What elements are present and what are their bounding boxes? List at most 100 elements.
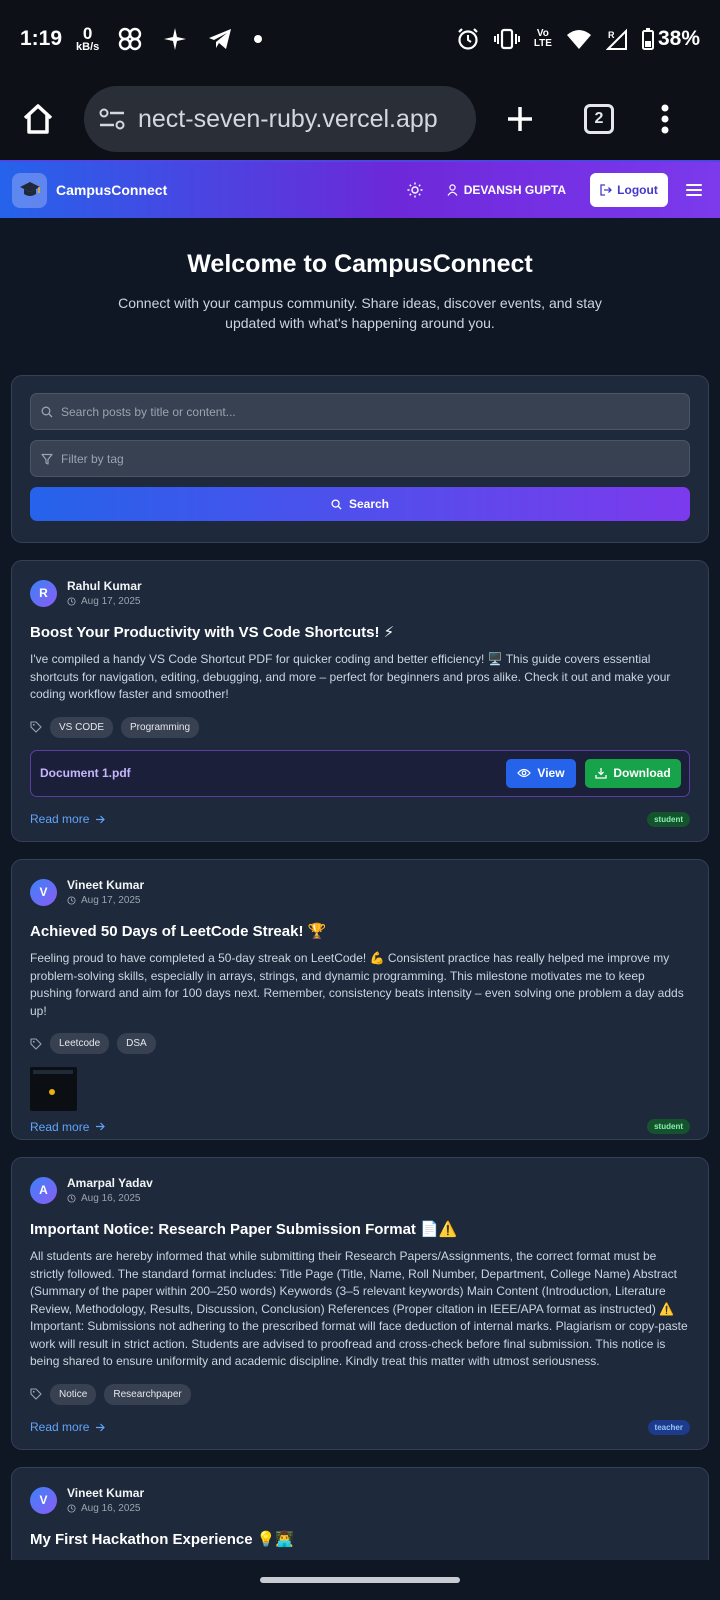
tag-chip[interactable]: Leetcode — [50, 1033, 110, 1054]
post-title[interactable]: Important Notice: Research Paper Submiss… — [30, 1220, 690, 1238]
clock-icon — [67, 1194, 76, 1203]
tag-chip[interactable]: Notice — [50, 1383, 97, 1405]
arrow-right-icon — [96, 1122, 106, 1131]
search-icon — [331, 498, 342, 510]
tag-chip[interactable]: VS CODE — [50, 716, 114, 738]
vibrate-icon — [493, 28, 520, 50]
battery-percent: 38% — [657, 27, 700, 50]
search-panel: Search posts by title or content... Filt… — [11, 375, 709, 543]
view-label: View — [537, 766, 565, 780]
read-more-link[interactable]: Read more — [30, 1420, 106, 1434]
network-speed-value: 0 — [82, 24, 93, 43]
search-icon — [41, 406, 53, 417]
eye-icon — [517, 768, 532, 778]
post-image-thumbnail[interactable] — [30, 1067, 77, 1111]
post-title[interactable]: Achieved 50 Days of LeetCode Streak! 🏆 — [30, 922, 690, 940]
logo[interactable] — [12, 172, 47, 208]
search-input[interactable]: Search posts by title or content... — [30, 393, 690, 430]
author-name: Amarpal Yadav — [67, 1176, 153, 1190]
read-more-link[interactable]: Read more — [30, 812, 106, 826]
pinwheel-icon — [119, 27, 142, 51]
theme-toggle-sun-icon[interactable] — [407, 182, 423, 198]
read-more-label: Read more — [30, 1119, 90, 1134]
tag-chip[interactable]: Researchpaper — [104, 1383, 191, 1405]
read-more-label: Read more — [30, 1420, 90, 1434]
brand-name[interactable]: CampusConnect — [56, 182, 167, 198]
address-bar[interactable]: nect-seven-ruby.vercel.app — [84, 86, 476, 152]
tab-switcher-button[interactable]: 2 — [584, 104, 614, 134]
avatar: A — [30, 1176, 57, 1204]
hero-subtitle: Connect with your campus community. Shar… — [118, 295, 602, 331]
filter-icon — [41, 453, 53, 465]
logout-icon — [600, 184, 613, 196]
post-card[interactable]: R Rahul Kumar Aug 17, 2025 Boost Your Pr… — [11, 560, 709, 842]
volte-bottom-label: LTE — [533, 38, 552, 49]
post-title[interactable]: Boost Your Productivity with VS Code Sho… — [30, 623, 690, 641]
avatar-initial: R — [39, 586, 48, 600]
notification-dot-icon — [254, 35, 263, 43]
avatar: R — [30, 579, 57, 607]
post-body: All students are hereby informed that wh… — [30, 1249, 688, 1368]
avatar-initial: V — [39, 885, 48, 899]
logout-button[interactable]: Logout — [590, 173, 668, 207]
tag-filter-input[interactable]: Filter by tag — [30, 440, 690, 477]
user-profile[interactable]: DEVANSH GUPTA — [447, 183, 566, 197]
view-attachment-button[interactable]: View — [506, 758, 576, 788]
app-navbar: CampusConnect DEVANSH GUPTA Logout — [0, 160, 720, 218]
post-date: Aug 16, 2025 — [67, 1503, 144, 1514]
site-settings-icon[interactable] — [98, 107, 126, 131]
tag-chip[interactable]: Programming — [121, 716, 200, 738]
tag-list: Leetcode DSA — [30, 1033, 690, 1054]
graduation-cap-icon — [19, 182, 40, 196]
browser-toolbar: nect-seven-ruby.vercel.app 2 — [0, 78, 720, 160]
tag-icon — [30, 1037, 42, 1050]
user-icon — [447, 184, 458, 196]
tag-icon — [30, 1388, 42, 1400]
tab-count: 2 — [594, 110, 604, 127]
download-attachment-button[interactable]: Download — [585, 758, 681, 788]
volte-indicator: Vo LTE — [534, 29, 552, 49]
clock-icon — [67, 896, 76, 905]
role-badge: student — [647, 811, 690, 827]
post-title[interactable]: My First Hackathon Experience 💡👨‍💻 — [30, 1530, 690, 1548]
role-badge: teacher — [647, 1419, 690, 1435]
author-name: Vineet Kumar — [67, 878, 145, 892]
spark-icon — [164, 28, 187, 50]
home-icon[interactable] — [18, 99, 58, 139]
tag-list: Notice Researchpaper — [30, 1383, 690, 1405]
telegram-icon — [209, 29, 232, 49]
status-bar: 1:19 0 kB/s Vo LTE R 38% — [0, 0, 720, 78]
url-text: nect-seven-ruby.vercel.app — [138, 104, 438, 133]
post-date-text: Aug 16, 2025 — [81, 1503, 141, 1514]
gesture-bar[interactable] — [260, 1577, 460, 1583]
post-card[interactable]: A Amarpal Yadav Aug 16, 2025 Important N… — [11, 1157, 709, 1450]
post-date: Aug 17, 2025 — [67, 895, 144, 906]
role-badge: student — [647, 1119, 690, 1134]
tag-chip[interactable]: DSA — [117, 1033, 156, 1054]
download-label: Download — [613, 766, 671, 780]
avatar-initial: A — [39, 1183, 48, 1197]
author-name: Vineet Kumar — [67, 1486, 145, 1500]
arrow-right-icon — [96, 1423, 106, 1431]
network-speed: 0 kB/s — [76, 25, 99, 53]
more-menu-icon[interactable] — [660, 103, 670, 135]
hamburger-menu-icon[interactable] — [686, 184, 702, 196]
attachment-row: Document 1.pdf View Download — [30, 749, 690, 797]
search-placeholder: Search posts by title or content... — [61, 404, 236, 419]
avatar: V — [30, 1486, 57, 1514]
download-icon — [595, 768, 607, 779]
new-tab-icon[interactable] — [504, 103, 536, 135]
network-speed-unit: kB/s — [76, 41, 100, 53]
user-name: DEVANSH GUPTA — [463, 183, 566, 197]
read-more-label: Read more — [30, 812, 90, 826]
search-button[interactable]: Search — [30, 487, 690, 521]
alarm-icon — [458, 28, 478, 50]
post-date: Aug 16, 2025 — [67, 1193, 153, 1204]
read-more-link[interactable]: Read more — [30, 1119, 106, 1134]
battery-indicator: 38% — [641, 27, 700, 51]
hero-title: Welcome to CampusConnect — [187, 250, 533, 278]
post-body: Feeling proud to have completed a 50-day… — [30, 951, 684, 1018]
avatar-initial: V — [39, 1493, 48, 1507]
arrow-right-icon — [96, 815, 106, 823]
post-card[interactable]: V Vineet Kumar Aug 17, 2025 Achieved 50 … — [11, 859, 709, 1140]
